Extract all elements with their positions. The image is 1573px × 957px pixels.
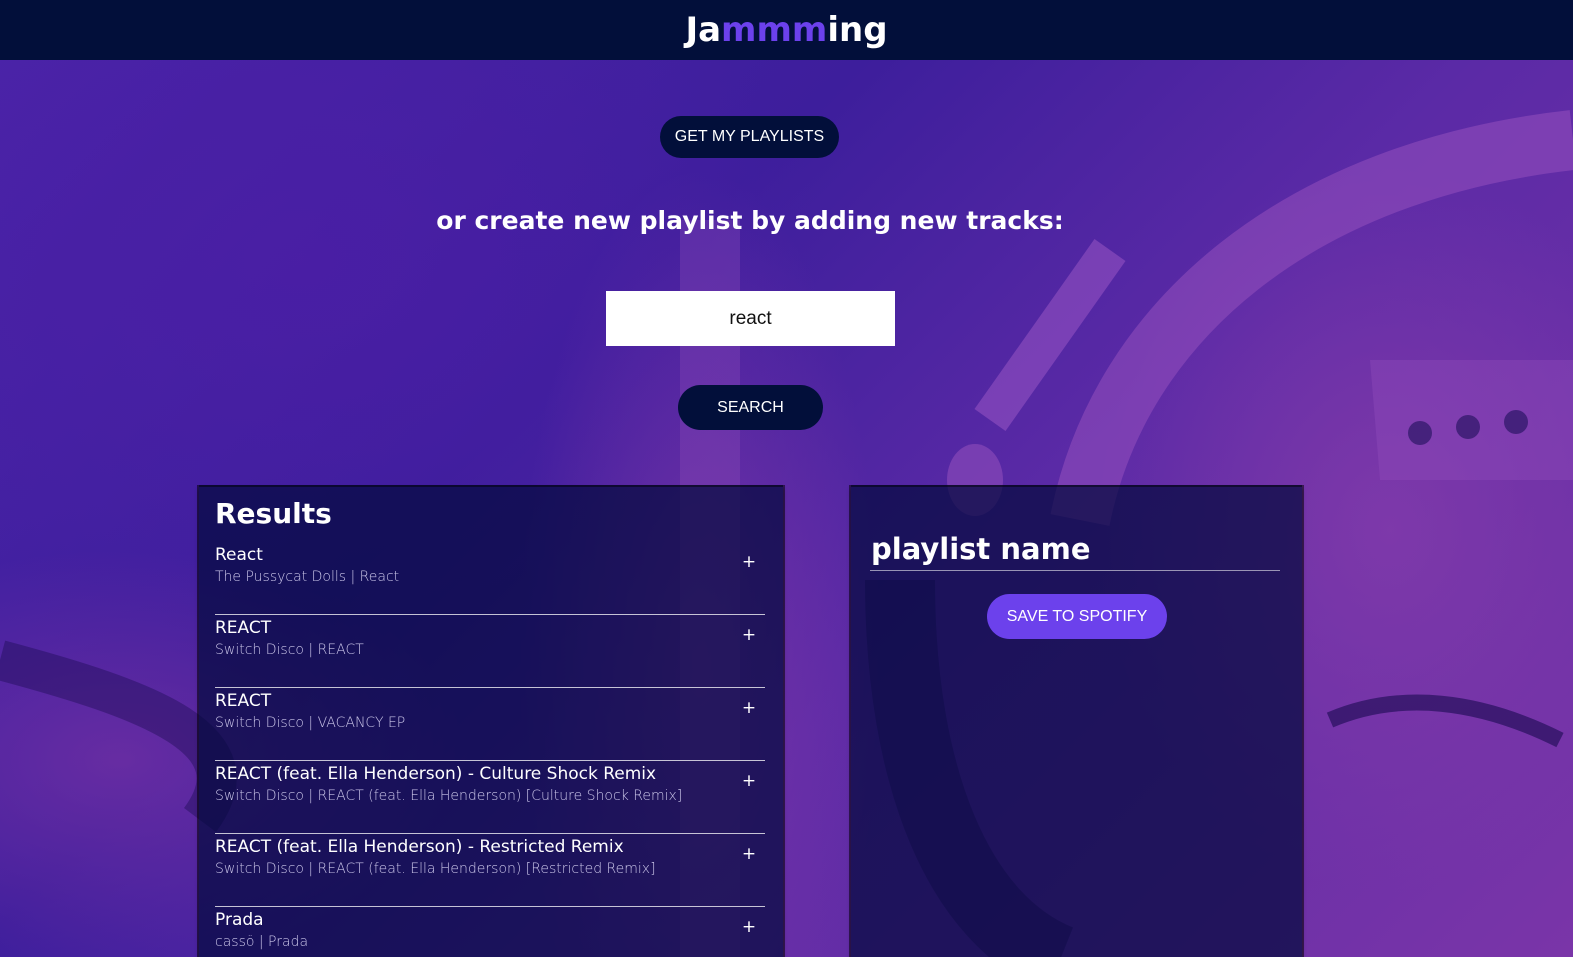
playlist-panel: SAVE TO SPOTIFY <box>851 485 1302 957</box>
track-artist-album: Switch Disco | REACT <box>215 642 364 658</box>
track-item: REACT Switch Disco | REACT + <box>215 615 765 688</box>
track-name: REACT (feat. Ella Henderson) - Restricte… <box>215 837 624 857</box>
logo-accent: mmm <box>721 10 828 50</box>
results-panel: Results React The Pussycat Dolls | React… <box>199 485 783 957</box>
save-to-spotify-button[interactable]: SAVE TO SPOTIFY <box>987 594 1167 639</box>
add-track-button[interactable]: + <box>737 842 761 866</box>
track-artist-album: Switch Disco | REACT (feat. Ella Henders… <box>215 788 683 804</box>
top-bar: Jammming <box>0 0 1573 60</box>
track-artist-album: The Pussycat Dolls | React <box>215 569 400 585</box>
logo-suffix: ing <box>827 10 888 50</box>
search-button[interactable]: SEARCH <box>678 385 823 430</box>
add-track-button[interactable]: + <box>737 769 761 793</box>
track-item: REACT Switch Disco | VACANCY EP + <box>215 688 765 761</box>
add-track-button[interactable]: + <box>737 623 761 647</box>
track-name: REACT <box>215 691 272 711</box>
track-name: REACT (feat. Ella Henderson) - Culture S… <box>215 764 657 784</box>
add-track-button[interactable]: + <box>737 696 761 720</box>
track-item: React The Pussycat Dolls | React + <box>215 542 765 615</box>
track-artist-album: cassö | Prada <box>215 934 309 950</box>
results-track-list: React The Pussycat Dolls | React + REACT… <box>215 542 765 957</box>
results-title: Results <box>215 497 332 530</box>
track-artist-album: Switch Disco | REACT (feat. Ella Henders… <box>215 861 656 877</box>
track-name: React <box>215 545 263 565</box>
playlist-name-input[interactable] <box>870 527 1280 571</box>
track-item: REACT (feat. Ella Henderson) - Culture S… <box>215 761 765 834</box>
app-logo: Jammming <box>685 10 887 50</box>
track-item: REACT (feat. Ella Henderson) - Restricte… <box>215 834 765 907</box>
get-my-playlists-button[interactable]: GET MY PLAYLISTS <box>660 116 839 158</box>
logo-prefix: Ja <box>685 10 722 50</box>
track-artist-album: Switch Disco | VACANCY EP <box>215 715 406 731</box>
add-track-button[interactable]: + <box>737 915 761 939</box>
create-playlist-subtitle: or create new playlist by adding new tra… <box>436 206 1064 235</box>
track-item: Prada cassö | Prada + <box>215 907 765 957</box>
search-input[interactable] <box>606 291 895 346</box>
add-track-button[interactable]: + <box>737 550 761 574</box>
track-name: REACT <box>215 618 272 638</box>
track-name: Prada <box>215 910 264 930</box>
